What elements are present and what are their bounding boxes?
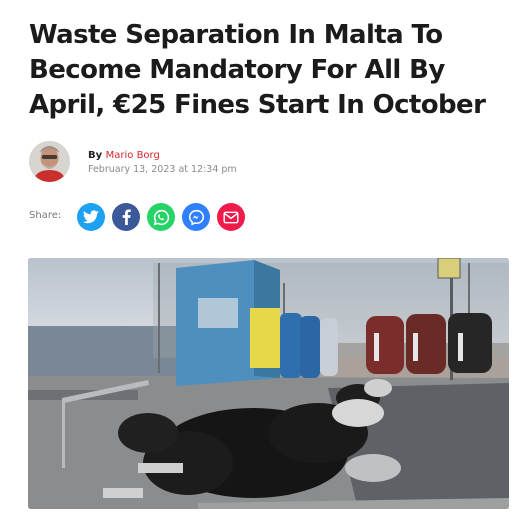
author-line: By Mario Borg [88, 150, 237, 161]
publish-date: February 13, 2023 at 12:34 pm [88, 164, 237, 175]
byline-meta: By Mario Borg February 13, 2023 at 12:34… [88, 150, 237, 175]
by-label: By [88, 150, 103, 161]
whatsapp-icon [153, 209, 169, 225]
messenger-icon [188, 209, 204, 226]
share-facebook-button[interactable] [112, 203, 140, 231]
article-headline: Waste Separation In Malta To Become Mand… [29, 20, 486, 120]
author-link[interactable]: Mario Borg [106, 150, 160, 161]
share-messenger-button[interactable] [182, 203, 210, 231]
share-whatsapp-button[interactable] [147, 203, 175, 231]
twitter-icon [83, 210, 99, 224]
share-twitter-button[interactable] [77, 203, 105, 231]
article-hero-image[interactable] [28, 258, 509, 509]
facebook-icon [122, 209, 131, 225]
share-label: Share: [29, 210, 62, 221]
author-avatar[interactable] [29, 141, 70, 182]
mail-icon [223, 211, 239, 223]
share-email-button[interactable] [217, 203, 245, 231]
